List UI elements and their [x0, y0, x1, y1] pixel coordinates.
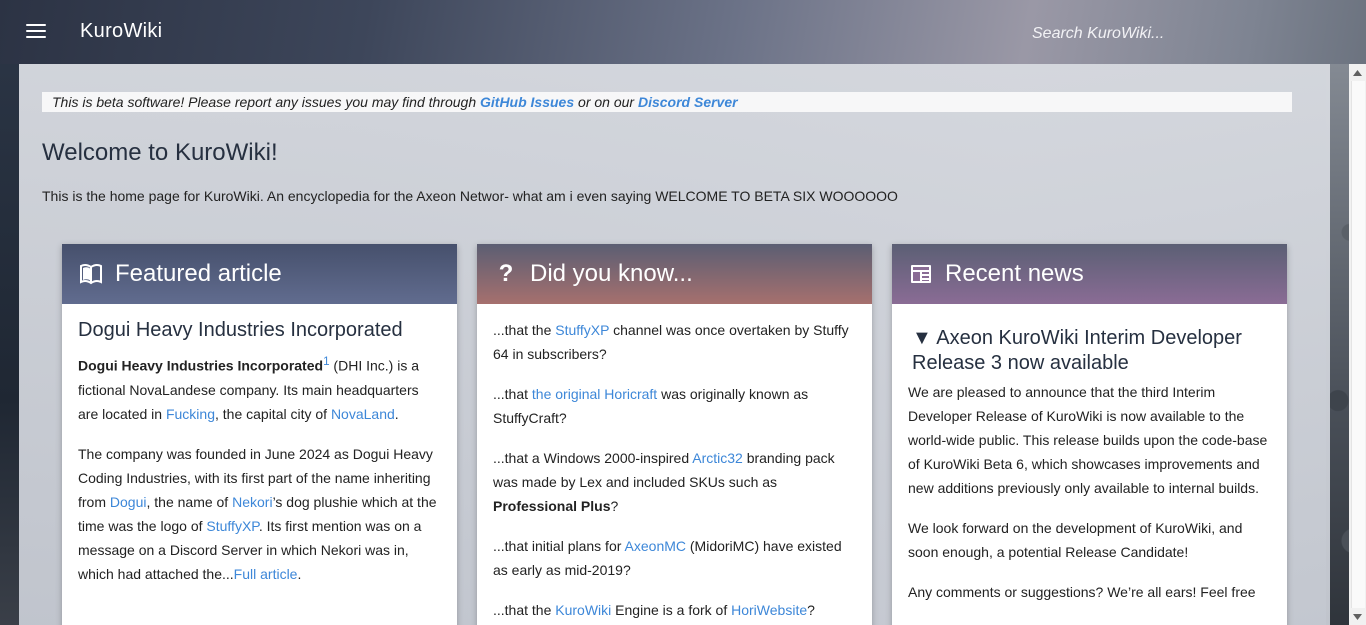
- featured-article-heading: Featured article: [115, 260, 282, 287]
- fact-bold-text: Professional Plus: [493, 498, 611, 514]
- book-icon: [79, 262, 103, 286]
- full-article-link[interactable]: Full article: [234, 566, 298, 582]
- fact-item: ...that the original Horicraft was origi…: [493, 382, 856, 430]
- fact-text: ...that initial plans for: [493, 538, 625, 554]
- page-title: Welcome to KuroWiki!: [42, 139, 278, 166]
- article-text: .: [394, 405, 399, 422]
- fact-item: ...that the KuroWiki Engine is a fork of…: [493, 598, 856, 622]
- arctic32-link[interactable]: Arctic32: [692, 450, 743, 466]
- scroll-up-arrow-icon[interactable]: [1349, 64, 1366, 81]
- featured-article-header: Featured article: [62, 244, 457, 304]
- newspaper-icon: [909, 262, 933, 286]
- app-title[interactable]: KuroWiki: [80, 20, 162, 43]
- recent-news-header: Recent news: [892, 244, 1287, 304]
- did-you-know-header: ? Did you know...: [477, 244, 872, 304]
- news-paragraph-2: We look forward on the development of Ku…: [908, 520, 1243, 560]
- fact-item: ...that a Windows 2000-inspired Arctic32…: [493, 446, 856, 518]
- article-text: , the name of: [146, 493, 233, 510]
- dogui-link[interactable]: Dogui: [110, 494, 147, 510]
- github-issues-link[interactable]: GitHub Issues: [480, 94, 574, 110]
- fact-text: ...that the: [493, 322, 556, 338]
- search-input[interactable]: [1030, 20, 1334, 48]
- intro-text: This is the home page for KuroWiki. An e…: [42, 188, 898, 204]
- fact-text: ...that a Windows 2000-inspired: [493, 450, 693, 466]
- discord-server-link[interactable]: Discord Server: [638, 94, 738, 110]
- article-text: .: [297, 565, 302, 582]
- main-content: This is beta software! Please report any…: [19, 64, 1330, 625]
- vertical-scrollbar[interactable]: [1349, 64, 1366, 625]
- fact-item: ...that initial plans for AxeonMC (Midor…: [493, 534, 856, 582]
- featured-article-card: Featured article Dogui Heavy Industries …: [62, 244, 457, 625]
- nekori-link[interactable]: Nekori: [232, 494, 272, 510]
- kurowiki-link[interactable]: KuroWiki: [555, 602, 611, 618]
- axeonmc-link[interactable]: AxeonMC: [625, 538, 686, 554]
- news-item-title[interactable]: ▼ Axeon KuroWiki Interim Developer Relea…: [912, 326, 1271, 376]
- article-title[interactable]: Dogui Heavy Industries Incorporated: [78, 318, 441, 342]
- news-title-text: Axeon KuroWiki Interim Developer Release…: [912, 327, 1242, 374]
- did-you-know-card: ? Did you know... ...that the StuffyXP c…: [477, 244, 872, 625]
- fact-text: ...that: [493, 386, 532, 402]
- scrollbar-thumb[interactable]: [1351, 81, 1365, 608]
- hamburger-menu-icon[interactable]: [26, 24, 46, 40]
- recent-news-heading: Recent news: [945, 260, 1084, 287]
- stuffyxp-link[interactable]: StuffyXP: [555, 322, 609, 338]
- article-text: , the capital city of: [214, 405, 331, 422]
- beta-notice: This is beta software! Please report any…: [42, 92, 1292, 112]
- novaland-link[interactable]: NovaLand: [331, 406, 395, 422]
- fact-item: ...that the StuffyXP channel was once ov…: [493, 318, 856, 366]
- beta-notice-text-middle: or on our: [574, 94, 638, 110]
- stuffyxp-link[interactable]: StuffyXP: [206, 518, 258, 534]
- fact-text: Engine is a fork of: [611, 602, 732, 618]
- fact-text: ?: [807, 602, 815, 618]
- background-image-left: [0, 64, 19, 625]
- fact-text: ?: [610, 498, 619, 514]
- article-bold-name: Dogui Heavy Industries Incorporated: [78, 357, 324, 374]
- article-paragraph-1: Dogui Heavy Industries Incorporated1 (DH…: [78, 350, 441, 426]
- collapse-triangle-icon[interactable]: ▼: [912, 327, 932, 349]
- beta-notice-text: This is beta software! Please report any…: [52, 94, 480, 110]
- fucking-link[interactable]: Fucking: [166, 406, 215, 422]
- news-paragraph-1: We are pleased to announce that the thir…: [908, 384, 1268, 496]
- did-you-know-heading: Did you know...: [530, 260, 693, 287]
- question-icon: ?: [498, 260, 514, 287]
- top-bar: KuroWiki: [0, 0, 1366, 64]
- horiwebsite-link[interactable]: HoriWebsite: [731, 602, 807, 618]
- scroll-down-arrow-icon[interactable]: [1349, 608, 1366, 625]
- horicraft-link[interactable]: the original Horicraft: [532, 386, 657, 402]
- fact-text: ...that the: [493, 602, 556, 618]
- news-paragraph-3: Any comments or suggestions? We’re all e…: [908, 584, 1256, 600]
- recent-news-card: Recent news ▼ Axeon KuroWiki Interim Dev…: [892, 244, 1287, 625]
- article-paragraph-2: The company was founded in June 2024 as …: [78, 442, 441, 586]
